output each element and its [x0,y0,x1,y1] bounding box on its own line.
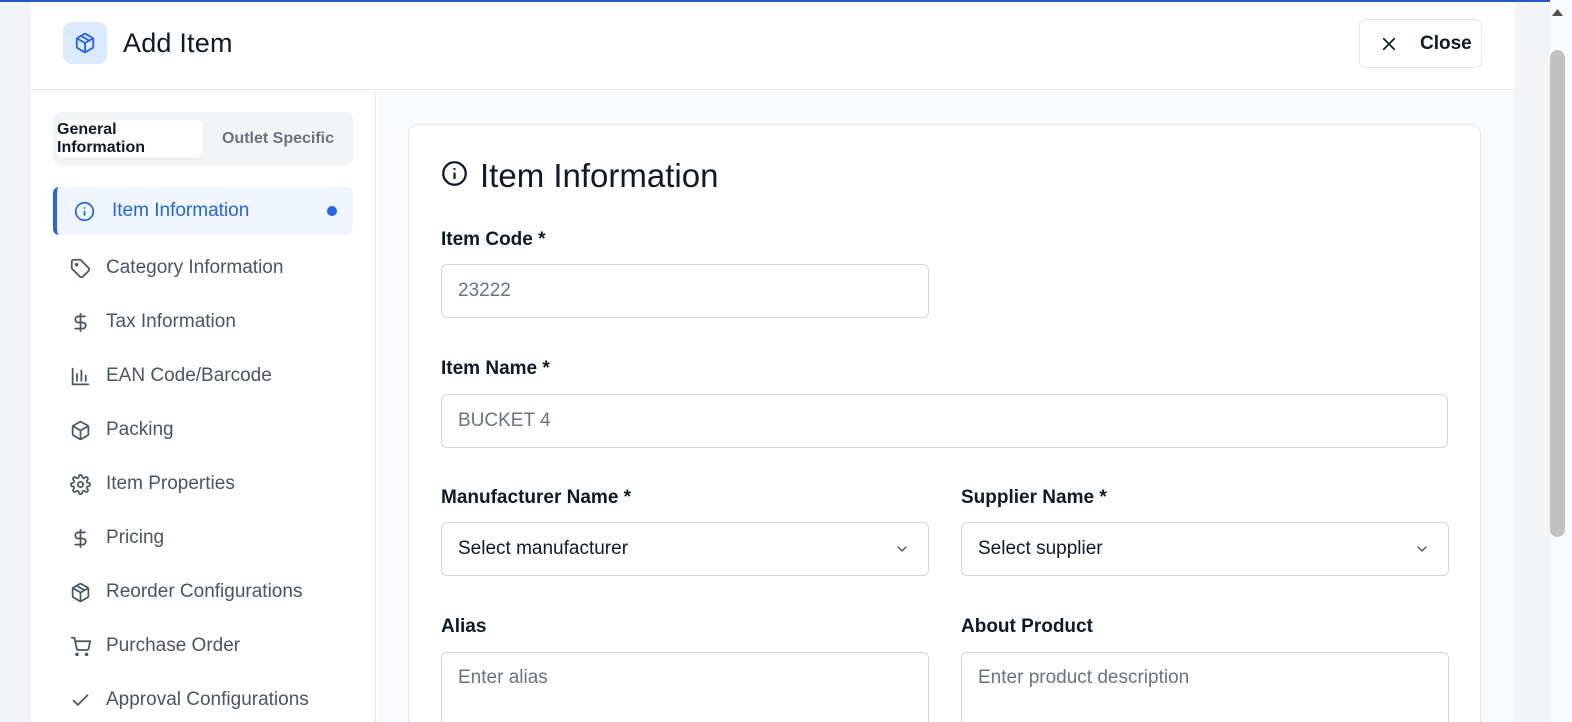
box-icon [69,581,91,603]
item-code-input[interactable] [441,264,929,318]
page-scrollbar[interactable] [1550,0,1572,722]
dollar-icon [69,311,91,333]
tab-general-information[interactable]: General Information [57,120,203,158]
about-product-input[interactable] [961,652,1449,722]
item-name-label: Item Name * [441,358,550,379]
tag-icon [69,257,91,279]
sidebar-item-label: Item Information [112,200,250,221]
sidebar-item-packing[interactable]: Packing [53,403,353,457]
bar-chart-icon [69,365,91,387]
about-product-label: About Product [961,616,1093,637]
gear-icon [69,473,91,495]
dollar-icon [69,527,91,549]
close-icon [1380,35,1398,53]
info-icon [441,160,468,192]
sidebar-item-item-information[interactable]: Item Information [53,187,353,235]
sidebar-item-tax-information[interactable]: Tax Information [53,295,353,349]
sidebar-item-purchase-order[interactable]: Purchase Order [53,619,353,673]
alias-input[interactable] [441,652,929,722]
sidebar-item-reorder-configurations[interactable]: Reorder Configurations [53,565,353,619]
manufacturer-select[interactable]: Select manufacturer [441,522,929,576]
sidebar-item-label: Reorder Configurations [106,581,303,602]
sidebar-item-label: Packing [106,419,174,440]
sidebar-item-label: Tax Information [106,311,236,332]
item-information-card: Item Information Item Code * Item Name *… [408,124,1481,722]
sidebar-item-ean-code-barcode[interactable]: EAN Code/Barcode [53,349,353,403]
sidebar-item-label: Purchase Order [106,635,241,656]
manufacturer-name-label: Manufacturer Name * [441,487,632,508]
scroll-up-arrow-icon[interactable] [1550,5,1565,19]
item-name-input[interactable] [441,394,1448,448]
tab-group: General Information Outlet Specific [53,112,353,166]
chevron-down-icon [1414,541,1430,557]
sidebar-item-approval-configurations[interactable]: Approval Configurations [53,673,353,722]
close-button[interactable]: Close [1359,19,1482,68]
sidebar-item-label: Item Properties [106,473,235,494]
close-button-label: Close [1420,32,1472,54]
sidebar-item-label: Category Information [106,257,284,278]
sidebar-item-label: Approval Configurations [106,689,309,710]
section-header: Item Information [441,157,718,195]
sidebar: General Information Outlet Specific Item… [31,91,376,722]
cart-icon [69,635,91,657]
info-icon [73,200,95,222]
main-content: Item Information Item Code * Item Name *… [377,91,1515,722]
sidebar-nav: Item Information Category Information Ta… [53,187,353,722]
sidebar-item-item-properties[interactable]: Item Properties [53,457,353,511]
alias-label: Alias [441,616,487,637]
package-icon [63,22,107,64]
box-icon [69,419,91,441]
supplier-select-value: Select supplier [978,538,1103,559]
section-title: Item Information [480,157,719,194]
sidebar-item-label: Pricing [106,527,165,548]
item-code-label: Item Code * [441,229,546,250]
manufacturer-select-value: Select manufacturer [458,538,629,559]
active-indicator-dot [327,206,337,216]
supplier-name-label: Supplier Name * [961,487,1107,508]
check-icon [69,689,91,711]
sidebar-item-pricing[interactable]: Pricing [53,511,353,565]
modal-header: Add Item Close [31,2,1515,90]
chevron-down-icon [894,541,910,557]
sidebar-item-category-information[interactable]: Category Information [53,241,353,295]
sidebar-item-label: EAN Code/Barcode [106,365,272,386]
supplier-select[interactable]: Select supplier [961,522,1449,576]
page-title: Add Item [123,28,233,58]
tab-outlet-specific[interactable]: Outlet Specific [213,120,343,158]
scrollbar-thumb[interactable] [1550,50,1565,537]
add-item-modal: Add Item Close General Information Outle… [31,2,1515,722]
